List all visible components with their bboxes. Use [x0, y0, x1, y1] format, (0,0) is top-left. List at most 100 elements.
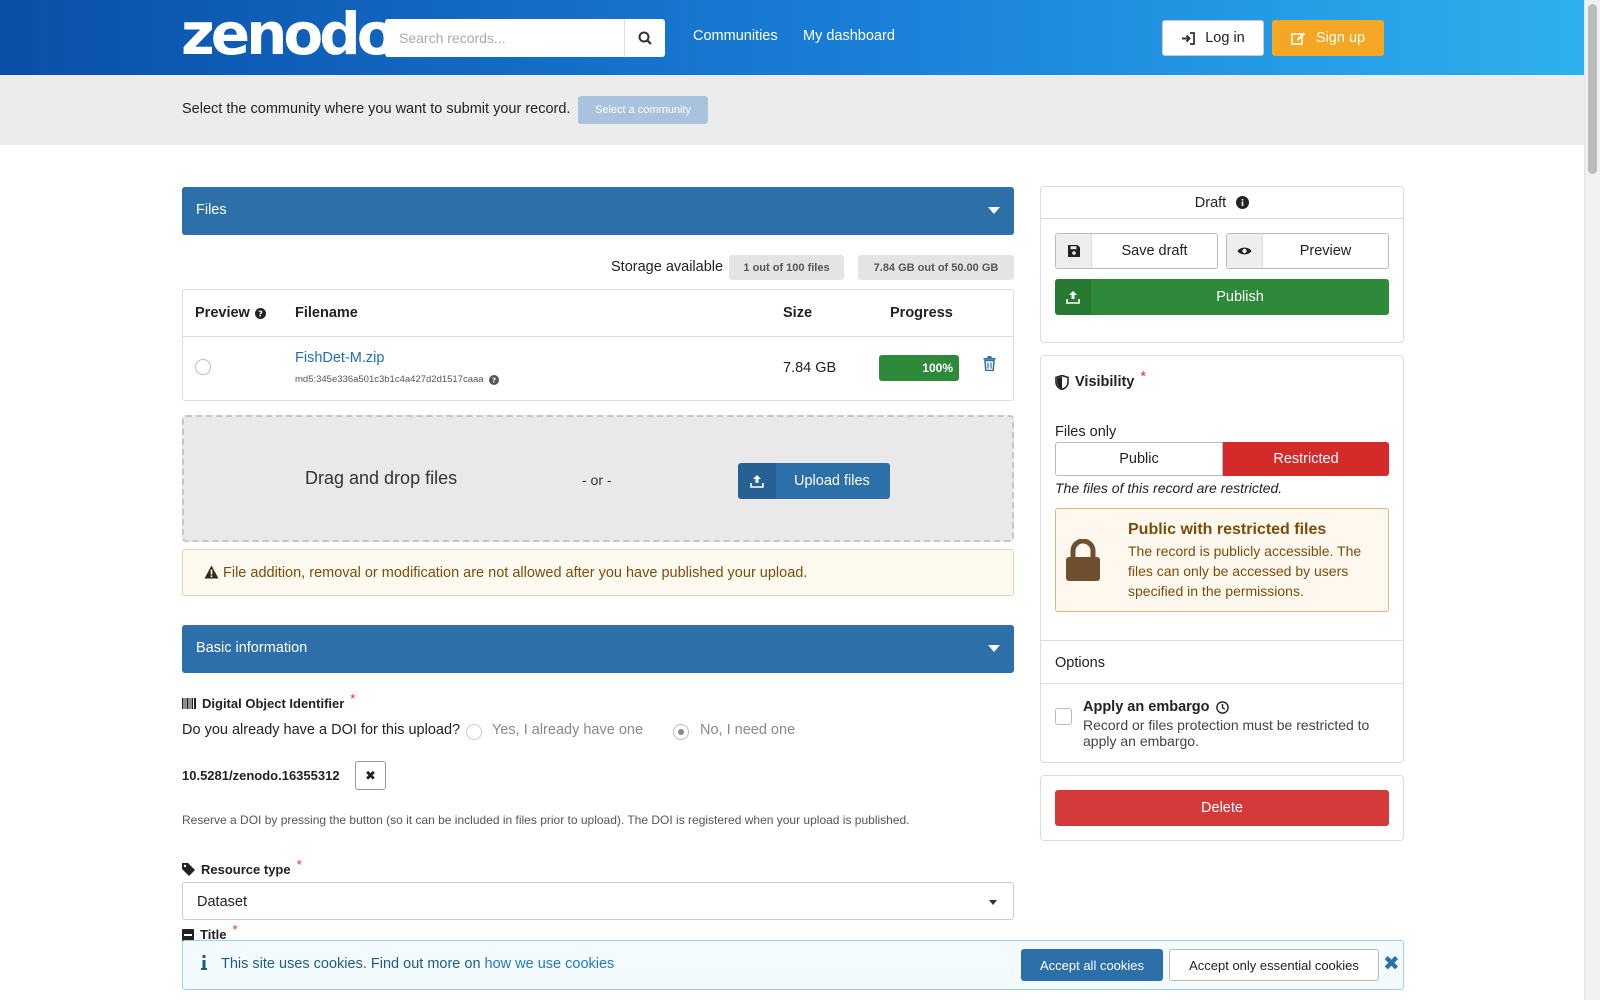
preview-radio[interactable] — [195, 359, 211, 375]
storage-size-badge: 7.84 GB out of 50.00 GB — [858, 255, 1014, 280]
restricted-info-box: Public with restricted files The record … — [1055, 508, 1389, 612]
visibility-heading: Visibility * — [1055, 369, 1146, 390]
upload-files-label: Upload files — [794, 473, 870, 489]
files-table-header: Preview ? Filename Size Progress — [183, 290, 1013, 337]
chevron-down-icon — [988, 645, 1000, 652]
tag-icon — [182, 863, 195, 876]
delete-file-button[interactable] — [983, 356, 996, 374]
preview-button[interactable]: Preview — [1226, 233, 1389, 269]
eye-icon — [1227, 234, 1263, 268]
doi-question: Do you already have a DOI for this uploa… — [182, 722, 461, 738]
nav-communities[interactable]: Communities — [693, 28, 778, 44]
options-label: Options — [1055, 655, 1105, 671]
storage-label: Storage available — [611, 259, 724, 275]
file-name-link[interactable]: FishDet-M.zip — [295, 350, 384, 366]
col-filename: Filename — [295, 305, 358, 321]
community-prompt: Select the community where you want to s… — [182, 101, 571, 117]
delete-button[interactable]: Delete — [1055, 790, 1389, 826]
chevron-down-icon — [988, 207, 1000, 214]
search-input[interactable] — [385, 19, 625, 57]
help-icon[interactable]: ? — [488, 374, 499, 385]
draft-label: Draft — [1194, 194, 1227, 211]
close-cookie-button[interactable]: ✖ — [1383, 951, 1400, 976]
upload-icon — [1055, 279, 1091, 315]
warning-icon — [204, 565, 219, 583]
upload-files-button[interactable]: Upload files — [738, 463, 890, 499]
restricted-info-desc: The record is publicly accessible. The f… — [1128, 543, 1362, 599]
cookie-policy-link[interactable]: how we use cookies — [485, 956, 615, 972]
save-icon — [1056, 234, 1092, 268]
doi-yes-radio[interactable] — [466, 724, 482, 740]
resource-type-label-text: Resource type — [201, 862, 291, 877]
accept-all-cookies-button[interactable]: Accept all cookies — [1021, 949, 1163, 981]
zenodo-logo[interactable]: zenodo — [181, 4, 397, 64]
trash-icon — [983, 356, 996, 372]
search-icon — [638, 31, 652, 45]
page-scrollbar[interactable] — [1584, 0, 1600, 1000]
lock-icon — [1064, 538, 1102, 584]
doi-yes-label[interactable]: Yes, I already have one — [492, 722, 643, 738]
col-progress: Progress — [890, 305, 953, 321]
publish-button[interactable]: Publish — [1055, 279, 1389, 315]
col-size: Size — [783, 305, 813, 321]
file-drop-zone[interactable]: Drag and drop files - or - Upload files — [182, 415, 1014, 542]
drop-text: Drag and drop files — [305, 468, 458, 488]
save-draft-button[interactable]: Save draft — [1055, 233, 1218, 269]
nav-my-dashboard[interactable]: My dashboard — [803, 28, 895, 44]
file-md5-text: md5:345e336a501c3b1c4a427d2d1517caaa — [295, 374, 484, 385]
embargo-title-text: Apply an embargo — [1083, 699, 1210, 715]
basic-info-section-header[interactable]: Basic information — [182, 625, 1014, 673]
options-header: Options — [1041, 640, 1403, 684]
search-box — [385, 19, 665, 57]
doi-help-text: Reserve a DOI by pressing the button (so… — [182, 813, 910, 827]
resource-type-label: Resource type * — [182, 857, 302, 877]
scrollbar-thumb[interactable] — [1588, 4, 1597, 174]
search-button[interactable] — [624, 19, 665, 57]
doi-clear-button[interactable]: ✖ — [355, 761, 386, 790]
files-only-label: Files only — [1055, 424, 1117, 440]
community-bar: Select the community where you want to s… — [0, 75, 1584, 145]
resource-type-select[interactable]: Dataset — [182, 882, 1014, 920]
embargo-checkbox[interactable] — [1055, 708, 1072, 725]
embargo-title: Apply an embargo — [1083, 699, 1229, 715]
signup-label: Sign up — [1315, 30, 1366, 46]
doi-no-radio[interactable] — [673, 724, 689, 740]
site-header: zenodo Communities My dashboard Log in S… — [0, 0, 1584, 75]
shield-icon — [1055, 374, 1069, 390]
required-mark: * — [1140, 369, 1147, 385]
sign-in-icon — [1182, 31, 1196, 45]
or-separator: - or - — [582, 472, 612, 488]
visibility-label: Visibility — [1075, 374, 1135, 390]
doi-value: 10.5281/zenodo.16355312 — [182, 768, 340, 783]
signup-button[interactable]: Sign up — [1272, 20, 1384, 56]
upload-progress-bar: 100% — [879, 355, 959, 381]
accept-essential-cookies-button[interactable]: Accept only essential cookies — [1169, 949, 1379, 981]
draft-status: Draft — [1041, 187, 1403, 219]
files-table: Preview ? Filename Size Progress FishDet… — [182, 289, 1014, 401]
select-community-button[interactable]: Select a community — [578, 96, 708, 124]
login-button[interactable]: Log in — [1162, 20, 1264, 56]
preview-label: Preview — [1299, 243, 1352, 259]
public-option-button[interactable]: Public — [1055, 442, 1223, 476]
visibility-toggle: Public Restricted — [1055, 442, 1389, 476]
files-count-badge: 1 out of 100 files — [729, 255, 844, 280]
info-icon — [201, 955, 207, 973]
doi-label-text: Digital Object Identifier — [202, 696, 345, 711]
barcode-icon — [182, 698, 196, 709]
col-preview: Preview ? — [195, 305, 266, 321]
file-md5: md5:345e336a501c3b1c4a427d2d1517caaa ? — [295, 374, 499, 385]
files-section-header[interactable]: Files — [182, 187, 1014, 235]
upload-progress-label: 100% — [922, 361, 953, 375]
info-icon[interactable] — [1236, 196, 1250, 209]
restricted-option-button[interactable]: Restricted — [1223, 442, 1389, 476]
cookie-banner: This site uses cookies. Find out more on… — [182, 940, 1404, 990]
caret-down-icon — [989, 900, 997, 905]
doi-no-label[interactable]: No, I need one — [700, 722, 795, 738]
resource-type-value: Dataset — [197, 894, 247, 910]
required-mark: * — [296, 857, 302, 872]
publish-label: Publish — [1216, 289, 1264, 305]
required-mark: * — [232, 922, 238, 937]
help-icon[interactable]: ? — [254, 307, 266, 319]
upload-icon — [738, 463, 776, 499]
login-label: Log in — [1205, 30, 1245, 46]
